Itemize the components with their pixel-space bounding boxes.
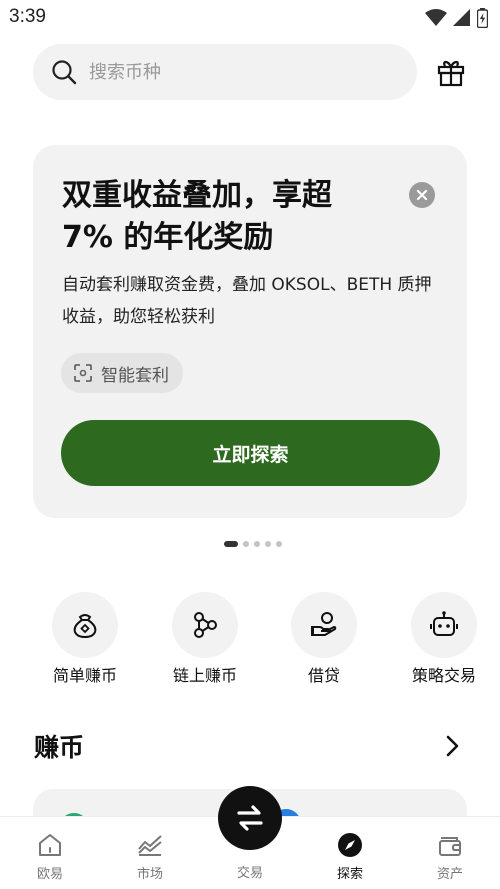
nav-label: 资产	[436, 867, 463, 882]
quick-action-circle[interactable]	[411, 592, 477, 658]
section-title-earn: 赚币	[34, 733, 85, 762]
compass-icon	[338, 833, 362, 857]
gift-icon[interactable]	[436, 57, 466, 87]
status-bar: 3:39	[0, 0, 500, 34]
nav-label: 市场	[136, 867, 163, 882]
promo-close-button[interactable]	[409, 182, 435, 208]
quick-action-label: 简单赚币	[52, 666, 117, 685]
quick-action-simple-earn[interactable]: 简单赚币	[25, 592, 145, 692]
chain-nodes-icon	[194, 612, 217, 638]
swap-arrows-icon	[237, 805, 263, 831]
cellular-signal-icon	[453, 9, 470, 26]
carousel-dot[interactable]	[224, 541, 238, 547]
nav-item-market[interactable]: 市场	[110, 831, 190, 887]
home-icon	[39, 834, 61, 856]
wallet-icon	[439, 837, 461, 856]
chevron-right-icon[interactable]	[440, 734, 464, 758]
quick-action-onchain-earn[interactable]: 链上赚币	[145, 592, 265, 692]
promo-description: 自动套利赚取资金费，叠加 OKSOL、BETH 质押收益，助您轻松获利	[62, 275, 432, 327]
search-icon	[52, 60, 77, 85]
nav-item-home[interactable]: 欧易	[10, 831, 90, 887]
promo-tag-label: 智能套利	[101, 365, 169, 386]
robot-icon	[430, 611, 458, 636]
nav-label: 欧易	[36, 867, 63, 882]
quick-action-label: 借贷	[307, 666, 340, 685]
nav-item-explore[interactable]: 探索	[310, 831, 390, 887]
nav-item-assets[interactable]: 资产	[410, 831, 490, 887]
trade-button[interactable]	[218, 786, 282, 850]
search-input[interactable]	[89, 61, 389, 83]
carousel-indicator	[224, 541, 282, 547]
scan-frame-icon	[74, 364, 92, 382]
hand-coin-icon	[311, 612, 337, 636]
nav-label: 探索	[336, 867, 363, 882]
quick-action-strategy-trading[interactable]: 策略交易	[384, 592, 500, 692]
battery-icon	[477, 8, 488, 28]
market-chart-icon	[138, 835, 162, 856]
quick-action-circle[interactable]	[291, 592, 357, 658]
explore-now-button[interactable]: 立即探索	[61, 420, 440, 486]
status-time: 3:39	[9, 6, 46, 27]
promo-card[interactable]: 双重收益叠加，享超 7% 的年化奖励 自动套利赚取资金费，叠加 OKSOL、BE…	[33, 145, 467, 518]
promo-title: 双重收益叠加，享超 7% 的年化奖励	[62, 178, 332, 255]
quick-action-circle[interactable]	[52, 592, 118, 658]
status-icons	[425, 8, 488, 28]
quick-action-label: 策略交易	[411, 666, 476, 685]
quick-action-circle[interactable]	[172, 592, 238, 658]
carousel-dot[interactable]	[276, 541, 282, 547]
carousel-dot[interactable]	[254, 541, 260, 547]
money-bag-icon	[73, 614, 97, 639]
wifi-icon	[425, 9, 447, 26]
carousel-dot[interactable]	[265, 541, 271, 547]
search-bar[interactable]	[33, 44, 417, 100]
quick-action-label: 链上赚币	[172, 666, 237, 685]
promo-tag[interactable]: 智能套利	[61, 353, 183, 393]
nav-label-trade: 交易	[236, 866, 263, 881]
quick-action-loan[interactable]: 借贷	[264, 592, 384, 692]
close-icon	[416, 189, 428, 201]
carousel-dot[interactable]	[243, 541, 249, 547]
